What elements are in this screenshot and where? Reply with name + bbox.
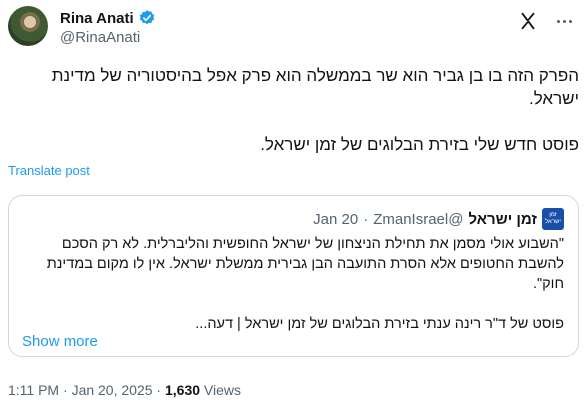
quoted-tweet-header: זמן ישראל זמן ישראל @ZmanIsrael · Jan 20 [313,208,564,230]
more-dots-icon[interactable] [551,8,577,34]
quoted-author-name[interactable]: זמן ישראל [468,211,537,228]
tweet-header: Rina Anati @RinaAnati [8,6,579,54]
quoted-author-avatar[interactable]: זמן ישראל [542,208,564,230]
translate-post-link[interactable]: Translate post [8,163,90,178]
quoted-tweet-body: "השבוע אולי מסמן את תחילת הניצחון של ישר… [21,234,564,354]
tweet-time[interactable]: 1:11 PM [8,382,59,398]
verified-badge-icon[interactable] [138,9,156,27]
tweet-date[interactable]: Jan 20, 2025 [72,382,153,398]
quoted-paragraph: פוסט של ד"ר רינה ענתי בזירת הבלוגים של ז… [195,316,564,332]
show-more-link[interactable]: Show more [22,333,98,350]
grok-icon[interactable] [517,10,539,32]
quoted-author-handle[interactable]: @ZmanIsrael [373,211,463,228]
tweet-paragraph: הפרק הזה בו בן גביר הוא שר בממשלה הוא פר… [51,66,579,108]
author-display-name[interactable]: Rina Anati [60,10,134,27]
author-handle[interactable]: @RinaAnati [60,29,140,46]
quoted-tweet-card[interactable]: זמן ישראל זמן ישראל @ZmanIsrael · Jan 20… [8,195,579,357]
tweet-body: הפרק הזה בו בן גביר הוא שר בממשלה הוא פר… [8,64,579,179]
meta-separator: · [156,382,162,398]
tweet-paragraph: פוסט חדש שלי בזירת הבלוגים של זמן ישראל. [260,135,579,154]
views-count: 1,630 [164,382,201,398]
views-label: Views [203,382,242,398]
meta-separator: · [63,382,68,398]
quoted-separator: · [363,210,369,228]
author-avatar[interactable] [8,6,48,46]
quoted-paragraph: "השבוע אולי מסמן את תחילת הניצחון של ישר… [46,236,564,292]
tweet-meta: 1:11 PM · Jan 20, 2025 · 1,630 Views [8,382,241,398]
quoted-date[interactable]: Jan 20 [313,211,358,228]
author-name-row: Rina Anati [60,9,156,27]
